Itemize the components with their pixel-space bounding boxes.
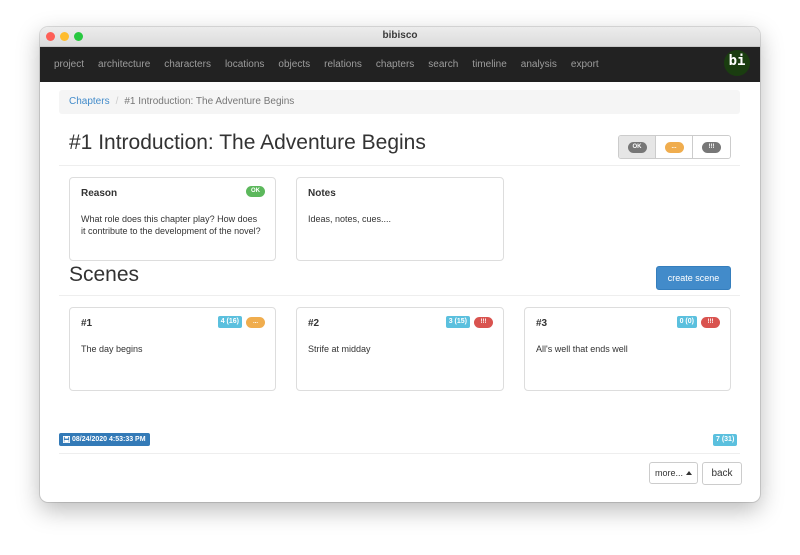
breadcrumb: Chapters / #1 Introduction: The Adventure …	[59, 90, 740, 114]
nav-chapters[interactable]: chapters	[376, 59, 414, 70]
status-todo-pill: !!!	[702, 141, 721, 153]
scene-count-badge: 0 (0)	[676, 316, 697, 328]
breadcrumb-current: #1 Introduction: The Adventure Begins	[124, 96, 295, 107]
notes-card-text: Ideas, notes, cues....	[308, 214, 392, 224]
scene-count-badge: 3 (15)	[445, 316, 470, 328]
caret-up-icon	[686, 471, 692, 475]
status-partial-button[interactable]: ...	[656, 136, 693, 158]
more-button[interactable]: more...	[649, 462, 698, 484]
status-todo-button[interactable]: !!!	[693, 136, 730, 158]
nav-relations[interactable]: relations	[324, 59, 362, 70]
nav-characters[interactable]: characters	[164, 59, 211, 70]
status-partial-pill: ...	[664, 141, 684, 153]
reason-card[interactable]: Reason OK What role does this chapter pl…	[69, 177, 276, 261]
divider	[59, 165, 740, 166]
status-ok-button[interactable]: OK	[619, 136, 656, 158]
scene-text: Strife at midday	[308, 344, 371, 354]
create-scene-button[interactable]: create scene	[656, 266, 731, 290]
app-window: bibisco project architecture characters …	[40, 27, 760, 502]
breadcrumb-separator: /	[115, 96, 119, 107]
scene-card[interactable]: #2 3 (15) !!! Strife at midday	[296, 307, 504, 391]
chapter-status-toggle: OK ... !!!	[618, 135, 731, 159]
reason-status-pill: OK	[246, 186, 265, 197]
reason-card-title: Reason	[81, 188, 118, 199]
nav-project[interactable]: project	[54, 59, 84, 70]
save-icon	[63, 436, 70, 443]
scene-badges: 4 (16) ...	[217, 316, 265, 328]
scene-number: #2	[308, 318, 320, 329]
notes-card-title: Notes	[308, 188, 336, 199]
back-button[interactable]: back	[702, 462, 742, 485]
last-saved-text: 08/24/2020 4:53:33 PM	[72, 436, 146, 443]
scene-card[interactable]: #1 4 (16) ... The day begins	[69, 307, 276, 391]
reason-card-badges: OK	[246, 186, 265, 197]
nav-analysis[interactable]: analysis	[521, 59, 557, 70]
nav-locations[interactable]: locations	[225, 59, 264, 70]
scene-text: All's well that ends well	[536, 344, 628, 354]
nav-architecture[interactable]: architecture	[98, 59, 150, 70]
notes-card[interactable]: Notes Ideas, notes, cues....	[296, 177, 504, 261]
page-title: #1 Introduction: The Adventure Begins	[69, 131, 426, 154]
scene-text: The day begins	[81, 344, 143, 354]
reason-card-text: What role does this chapter play? How do…	[81, 214, 261, 236]
title-bar: bibisco	[40, 27, 760, 47]
divider	[59, 295, 740, 296]
scene-number: #1	[81, 318, 93, 329]
nav-objects[interactable]: objects	[278, 59, 310, 70]
scene-count-badge: 4 (16)	[217, 316, 242, 328]
nav-timeline[interactable]: timeline	[472, 59, 506, 70]
nav-export[interactable]: export	[571, 59, 599, 70]
scene-number: #3	[536, 318, 548, 329]
scene-status-pill: !!!	[474, 316, 493, 328]
window-title: bibisco	[382, 30, 418, 41]
nav-search[interactable]: search	[428, 59, 458, 70]
scenes-title: Scenes	[69, 263, 140, 286]
scene-status-pill: ...	[246, 316, 265, 328]
main-navbar: project architecture characters location…	[40, 47, 760, 82]
scene-badges: 3 (15) !!!	[445, 316, 493, 328]
breadcrumb-chapters-link[interactable]: Chapters	[69, 96, 110, 107]
scene-status-pill: !!!	[701, 316, 720, 328]
status-ok-pill: OK	[627, 141, 647, 153]
scene-card[interactable]: #3 0 (0) !!! All's well that ends well	[524, 307, 731, 391]
last-saved-badge: 08/24/2020 4:53:33 PM	[59, 433, 150, 446]
divider	[59, 453, 740, 454]
scene-badges: 0 (0) !!!	[676, 316, 720, 328]
total-word-count-badge: 7 (31)	[713, 434, 738, 446]
more-button-label: more...	[654, 468, 683, 478]
bibisco-logo[interactable]: bi	[724, 50, 750, 76]
